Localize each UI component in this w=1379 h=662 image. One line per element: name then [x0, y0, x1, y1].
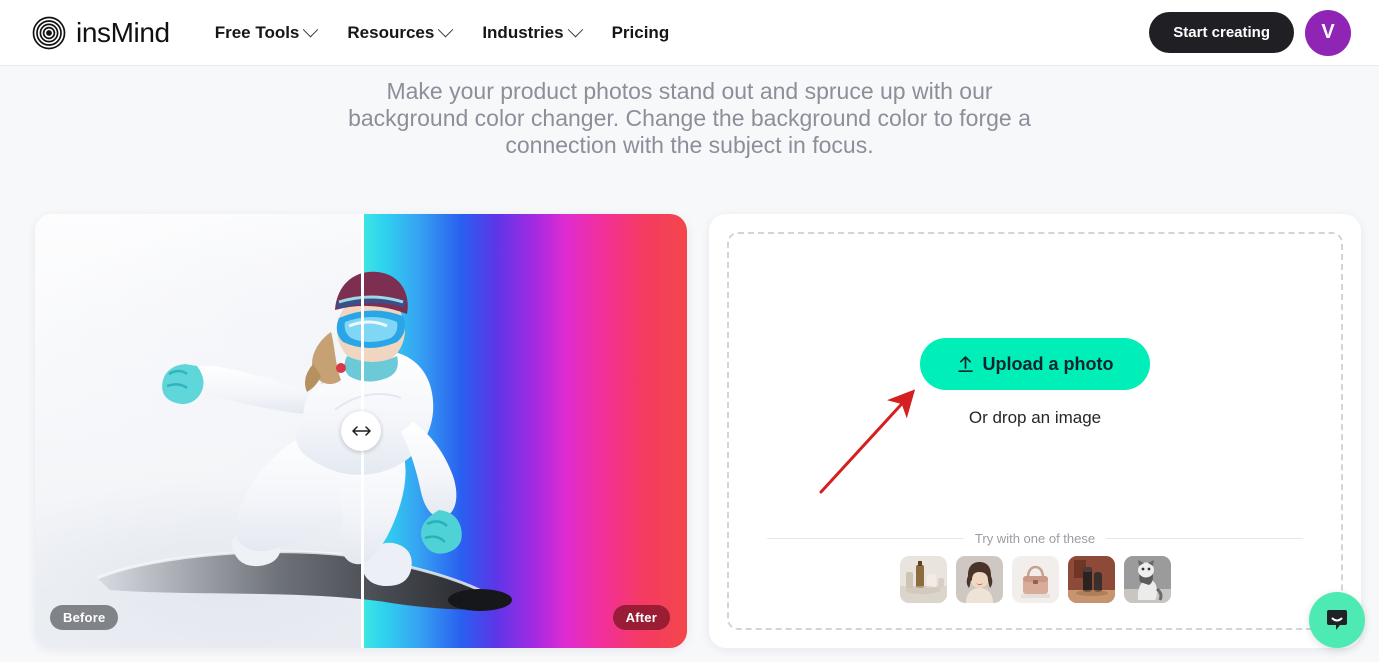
divider-line-right: [1106, 538, 1303, 539]
nav-label: Resources: [347, 22, 435, 42]
nav-item-resources[interactable]: Resources: [347, 21, 454, 43]
logo[interactable]: insMind: [31, 15, 170, 51]
before-after-comparison[interactable]: Before After: [35, 214, 687, 648]
chevron-down-icon: [438, 21, 454, 38]
drop-hint-text: Or drop an image: [968, 408, 1102, 427]
after-badge: After: [612, 605, 670, 630]
horizontal-resize-arrows-icon: [351, 426, 371, 436]
sample-thumbnail-cat[interactable]: [1123, 556, 1171, 603]
sample-thumbnail-handbag[interactable]: [1011, 556, 1059, 603]
page-root: insMind Free Tools Resources Industries …: [0, 0, 1379, 662]
logo-text: insMind: [76, 16, 170, 48]
upload-arrow-icon: [957, 356, 973, 373]
sample-thumbnail-dark-tubes[interactable]: [1067, 556, 1115, 603]
nav-item-free-tools[interactable]: Free Tools: [214, 21, 319, 43]
site-header: insMind Free Tools Resources Industries …: [0, 0, 1379, 66]
chat-support-button[interactable]: [1309, 592, 1365, 648]
nav-label: Pricing: [611, 22, 670, 42]
upload-panel: Upload a photo Or drop an image Try with…: [709, 214, 1361, 648]
divider-line-left: [767, 538, 964, 539]
sample-thumbnails: [729, 556, 1341, 603]
main-content: Before After Upload a photo Or drop an i…: [0, 214, 1379, 662]
before-badge: Before: [50, 605, 119, 630]
sample-thumbnail-woman-portrait[interactable]: [955, 556, 1003, 603]
try-samples-label: Try with one of these: [974, 531, 1096, 546]
nav-label: Industries: [482, 22, 564, 42]
chat-bubble-smile-icon: [1327, 610, 1347, 630]
chevron-down-icon: [303, 21, 319, 38]
sample-thumbnail-cosmetics[interactable]: [899, 556, 947, 603]
try-samples-divider: Try with one of these: [767, 531, 1303, 546]
main-navigation: Free Tools Resources Industries Pricing: [214, 21, 670, 43]
upload-dropzone[interactable]: Upload a photo Or drop an image Try with…: [727, 232, 1343, 630]
nav-item-pricing[interactable]: Pricing: [612, 23, 670, 43]
nav-item-industries[interactable]: Industries: [482, 21, 583, 43]
nav-label: Free Tools: [214, 22, 300, 42]
comparison-slider-handle[interactable]: [341, 411, 381, 451]
start-creating-button[interactable]: Start creating: [1149, 12, 1294, 53]
header-actions: Start creating V: [1149, 9, 1351, 56]
upload-button-label: Upload a photo: [982, 353, 1114, 374]
page-headline: Make your product photos stand out and s…: [348, 78, 1031, 158]
chevron-down-icon: [567, 21, 583, 38]
upload-photo-button[interactable]: Upload a photo: [920, 338, 1150, 390]
user-avatar[interactable]: V: [1305, 9, 1351, 56]
concentric-rings-logo-icon: [31, 15, 67, 51]
